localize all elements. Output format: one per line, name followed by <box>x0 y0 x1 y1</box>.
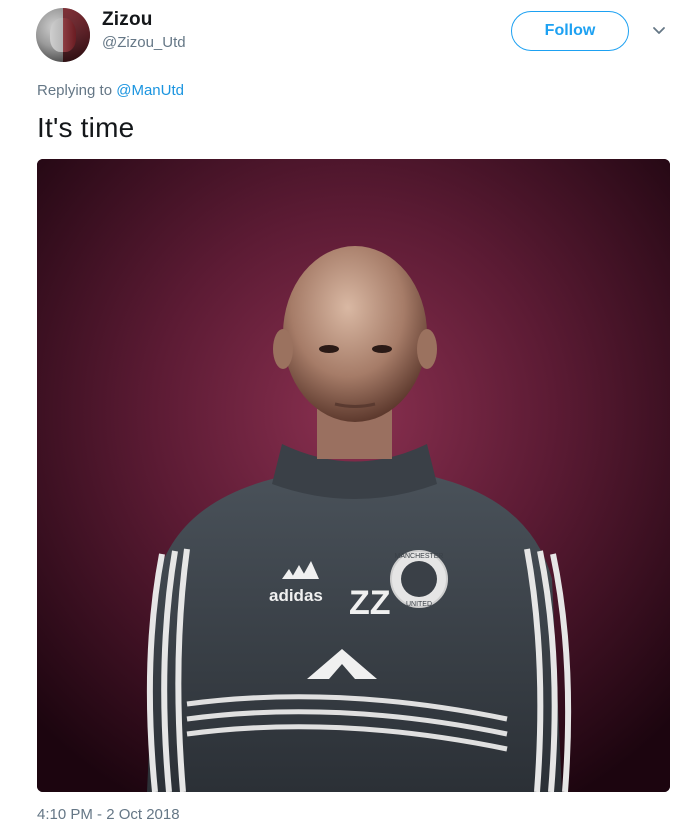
tweet-timestamp[interactable]: 4:10 PM - 2 Oct 2018 <box>37 806 180 823</box>
reply-mention-link[interactable]: @ManUtd <box>116 82 184 99</box>
chest-initials-text: ZZ <box>349 584 391 622</box>
avatar-face <box>50 18 76 52</box>
club-crest-inner <box>401 561 437 597</box>
media-illustration: adidas ZZ MANCHESTER UNITED <box>37 159 670 792</box>
reply-prefix: Replying to <box>37 82 117 99</box>
left-ear <box>273 329 293 369</box>
crest-text-bottom: UNITED <box>406 601 432 608</box>
adidas-logo-text: adidas <box>269 586 323 605</box>
reply-context: Replying to @ManUtd <box>37 82 184 99</box>
author-display-name[interactable]: Zizou <box>102 9 153 31</box>
head-shape <box>283 246 427 422</box>
author-handle[interactable]: @Zizou_Utd <box>102 34 186 51</box>
chevron-down-icon[interactable] <box>651 22 667 38</box>
avatar[interactable] <box>36 8 90 62</box>
jacket-shape <box>147 469 562 792</box>
left-eye <box>319 345 339 353</box>
follow-button[interactable]: Follow <box>511 11 629 51</box>
right-eye <box>372 345 392 353</box>
tweet-media-image[interactable]: adidas ZZ MANCHESTER UNITED <box>37 159 670 792</box>
right-ear <box>417 329 437 369</box>
crest-text-top: MANCHESTER <box>394 553 443 560</box>
tweet-text: It's time <box>37 112 135 143</box>
tweet-header: Zizou @Zizou_Utd Follow <box>0 0 700 80</box>
